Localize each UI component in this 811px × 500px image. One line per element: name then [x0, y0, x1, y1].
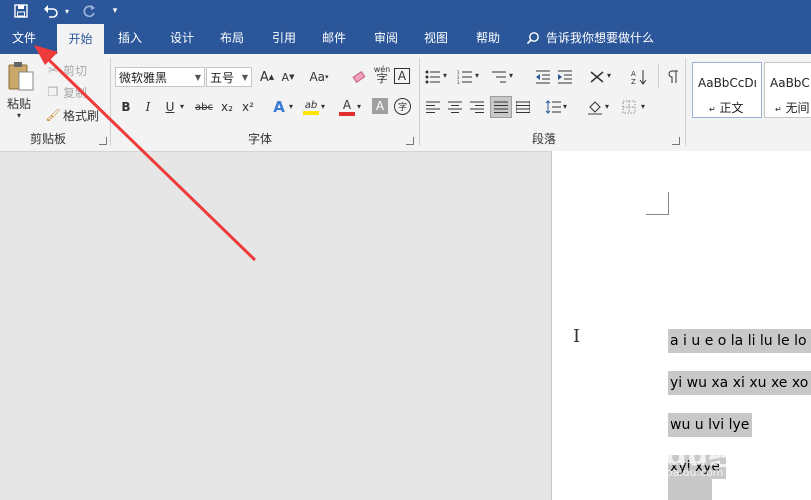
annotation-arrow: [34, 45, 257, 262]
